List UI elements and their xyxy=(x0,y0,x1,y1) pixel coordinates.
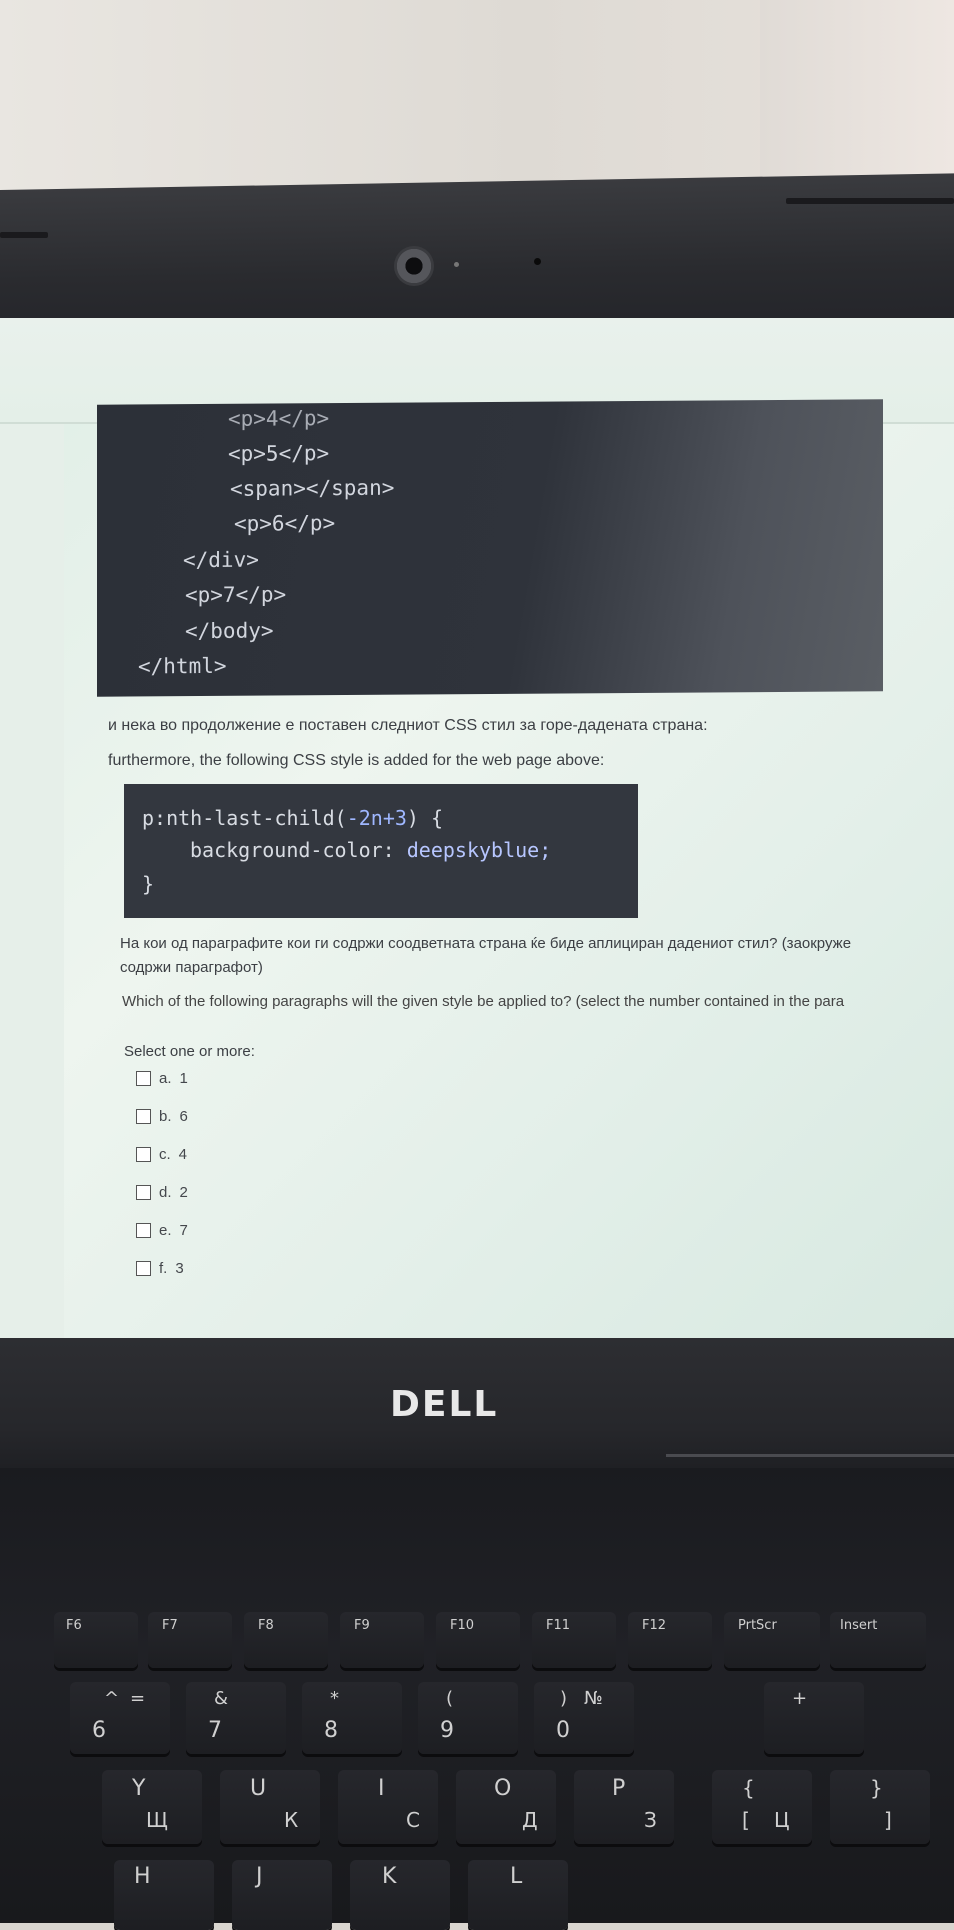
key-o[interactable]: OД xyxy=(456,1770,556,1844)
key-p[interactable]: PЗ xyxy=(574,1770,674,1844)
code-line: <p>7</p> xyxy=(185,582,287,608)
camera-light-icon xyxy=(534,258,541,265)
key-f12[interactable]: F12 xyxy=(628,1612,712,1668)
hinge-edge xyxy=(666,1454,954,1457)
background-wall-shade xyxy=(760,0,954,190)
key-f9[interactable]: F9 xyxy=(340,1612,424,1668)
code-line: </html> xyxy=(138,653,227,679)
key-f11[interactable]: F11 xyxy=(532,1612,616,1668)
option-d[interactable]: d. 2 xyxy=(136,1184,188,1201)
laptop-screen: <p>4</p> <p>5</p> <span></span> <p>6</p>… xyxy=(0,318,954,1338)
html-code-block: <p>4</p> <p>5</p> <span></span> <p>6</p>… xyxy=(97,399,883,697)
checkbox[interactable] xyxy=(136,1109,151,1124)
key-equals[interactable]: + xyxy=(764,1682,864,1754)
key-i[interactable]: IС xyxy=(338,1770,438,1844)
code-line: <span></span> xyxy=(230,475,395,501)
checkbox[interactable] xyxy=(136,1223,151,1238)
key-insert[interactable]: Insert xyxy=(830,1612,926,1668)
key-l[interactable]: L xyxy=(468,1860,568,1930)
key-u[interactable]: UК xyxy=(220,1770,320,1844)
key-f7[interactable]: F7 xyxy=(148,1612,232,1668)
select-label: Select one or more: xyxy=(124,1043,255,1060)
checkbox[interactable] xyxy=(136,1185,151,1200)
key-close-bracket[interactable]: }] xyxy=(830,1770,930,1844)
intro-text-en: furthermore, the following CSS style is … xyxy=(108,752,605,769)
key-f10[interactable]: F10 xyxy=(436,1612,520,1668)
code-line: </div> xyxy=(183,547,259,573)
option-f[interactable]: f. 3 xyxy=(136,1260,184,1277)
key-9[interactable]: (9 xyxy=(418,1682,518,1754)
key-y[interactable]: YЩ xyxy=(102,1770,202,1844)
code-line: <p>6</p> xyxy=(234,511,336,536)
code-line: <p>4</p> xyxy=(228,406,330,431)
option-a[interactable]: a. 1 xyxy=(136,1070,188,1087)
key-f8[interactable]: F8 xyxy=(244,1612,328,1668)
bezel-edge-left xyxy=(0,232,48,238)
code-line: </body> xyxy=(185,618,274,644)
checkbox[interactable] xyxy=(136,1261,151,1276)
key-f6[interactable]: F6 xyxy=(54,1612,138,1668)
key-h[interactable]: H xyxy=(114,1860,214,1930)
dell-logo: DELL xyxy=(390,1384,499,1425)
checkbox[interactable] xyxy=(136,1071,151,1086)
key-k[interactable]: K xyxy=(350,1860,450,1930)
intro-text-mk: и нека во продолжение е поставен следнио… xyxy=(108,717,708,734)
camera-sensor-icon xyxy=(454,262,459,267)
option-e[interactable]: e. 7 xyxy=(136,1222,188,1239)
webcam-icon xyxy=(394,246,434,286)
page-left-margin xyxy=(0,424,64,1338)
question-text-mk-cont: содржи параграфот) xyxy=(120,959,263,976)
question-text-en: Which of the following paragraphs will t… xyxy=(122,993,845,1010)
key-open-bracket[interactable]: {[Ц xyxy=(712,1770,812,1844)
bezel-edge-right xyxy=(786,198,954,204)
key-0[interactable]: ) № 0 xyxy=(534,1682,634,1754)
option-c[interactable]: c. 4 xyxy=(136,1146,187,1163)
key-8[interactable]: * 8 xyxy=(302,1682,402,1754)
key-j[interactable]: J xyxy=(232,1860,332,1930)
code-line: <p>5</p> xyxy=(228,441,330,466)
css-close-brace: } xyxy=(142,872,155,896)
question-text-mk: На кои од параграфите кои ги содржи соод… xyxy=(120,935,852,952)
css-declaration: background-color: deepskyblue; xyxy=(190,838,552,862)
css-selector: p:nth-last-child(-2n+3) { xyxy=(142,806,444,830)
key-7[interactable]: & 7 xyxy=(186,1682,286,1754)
key-prtscr[interactable]: PrtScr xyxy=(724,1612,820,1668)
key-6[interactable]: ^ = 6 xyxy=(70,1682,170,1754)
option-b[interactable]: b. 6 xyxy=(136,1108,188,1125)
css-code-block: p:nth-last-child(-2n+3) { background-col… xyxy=(124,784,638,918)
checkbox[interactable] xyxy=(136,1147,151,1162)
